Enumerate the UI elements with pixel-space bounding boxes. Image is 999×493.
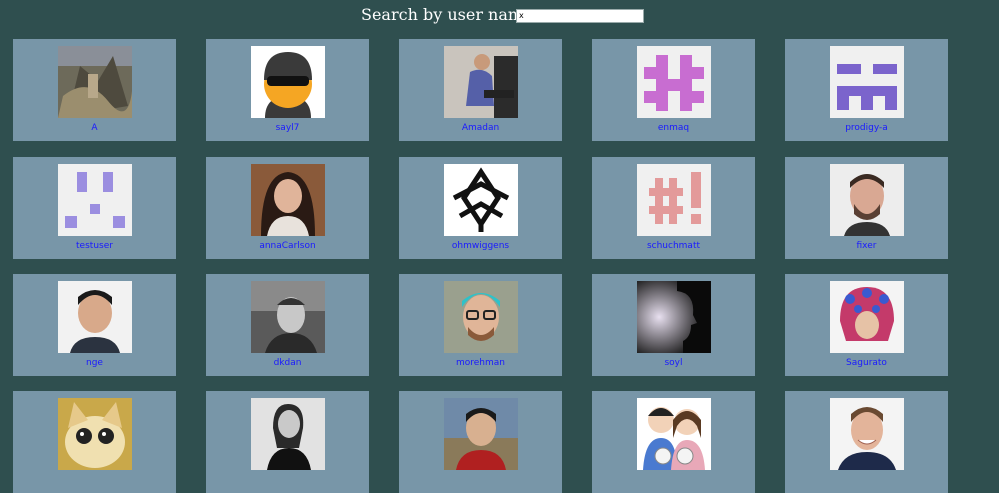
avatar[interactable]: [830, 46, 904, 118]
avatar[interactable]: [444, 281, 518, 353]
user-name[interactable]: dkdan: [206, 358, 369, 368]
user-card[interactable]: [13, 391, 176, 493]
user-card[interactable]: fixer: [785, 157, 948, 259]
user-name[interactable]: Amadan: [399, 123, 562, 133]
avatar[interactable]: [637, 398, 711, 470]
user-card[interactable]: schuchmatt: [592, 157, 755, 259]
user-card[interactable]: annaCarlson: [206, 157, 369, 259]
user-name[interactable]: enmaq: [592, 123, 755, 133]
user-card[interactable]: soyl: [592, 274, 755, 376]
user-card[interactable]: sayl7: [206, 39, 369, 141]
user-name[interactable]: prodigy-a: [785, 123, 948, 133]
avatar[interactable]: [637, 46, 711, 118]
avatar[interactable]: [637, 164, 711, 236]
user-card[interactable]: [206, 391, 369, 493]
avatar[interactable]: [251, 281, 325, 353]
user-card[interactable]: [592, 391, 755, 493]
avatar[interactable]: [58, 164, 132, 236]
avatar[interactable]: [58, 46, 132, 118]
search-input[interactable]: x: [516, 9, 644, 23]
avatar[interactable]: [251, 46, 325, 118]
user-card[interactable]: Amadan: [399, 39, 562, 141]
avatar[interactable]: [58, 398, 132, 470]
user-card[interactable]: ohmwiggens: [399, 157, 562, 259]
user-card[interactable]: enmaq: [592, 39, 755, 141]
user-name[interactable]: annaCarlson: [206, 241, 369, 251]
user-card[interactable]: morehman: [399, 274, 562, 376]
user-card[interactable]: testuser: [13, 157, 176, 259]
user-card[interactable]: [785, 391, 948, 493]
avatar[interactable]: [637, 281, 711, 353]
avatar[interactable]: [444, 46, 518, 118]
avatar[interactable]: [251, 164, 325, 236]
avatar[interactable]: [830, 281, 904, 353]
user-name[interactable]: Sagurato: [785, 358, 948, 368]
user-name[interactable]: morehman: [399, 358, 562, 368]
user-name[interactable]: fixer: [785, 241, 948, 251]
user-card[interactable]: [399, 391, 562, 493]
user-card[interactable]: prodigy-a: [785, 39, 948, 141]
user-name[interactable]: testuser: [13, 241, 176, 251]
avatar[interactable]: [444, 398, 518, 470]
user-name[interactable]: ohmwiggens: [399, 241, 562, 251]
user-name[interactable]: sayl7: [206, 123, 369, 133]
user-name[interactable]: nge: [13, 358, 176, 368]
avatar[interactable]: [251, 398, 325, 470]
user-card[interactable]: nge: [13, 274, 176, 376]
user-name[interactable]: A: [13, 123, 176, 133]
avatar[interactable]: [830, 164, 904, 236]
user-name[interactable]: schuchmatt: [592, 241, 755, 251]
search-bar: Search by user name x: [0, 6, 999, 26]
avatar[interactable]: [830, 398, 904, 470]
user-card[interactable]: A: [13, 39, 176, 141]
user-name[interactable]: soyl: [592, 358, 755, 368]
user-card[interactable]: dkdan: [206, 274, 369, 376]
avatar[interactable]: [58, 281, 132, 353]
search-label: Search by user name: [361, 5, 533, 24]
avatar[interactable]: [444, 164, 518, 236]
user-card[interactable]: Sagurato: [785, 274, 948, 376]
